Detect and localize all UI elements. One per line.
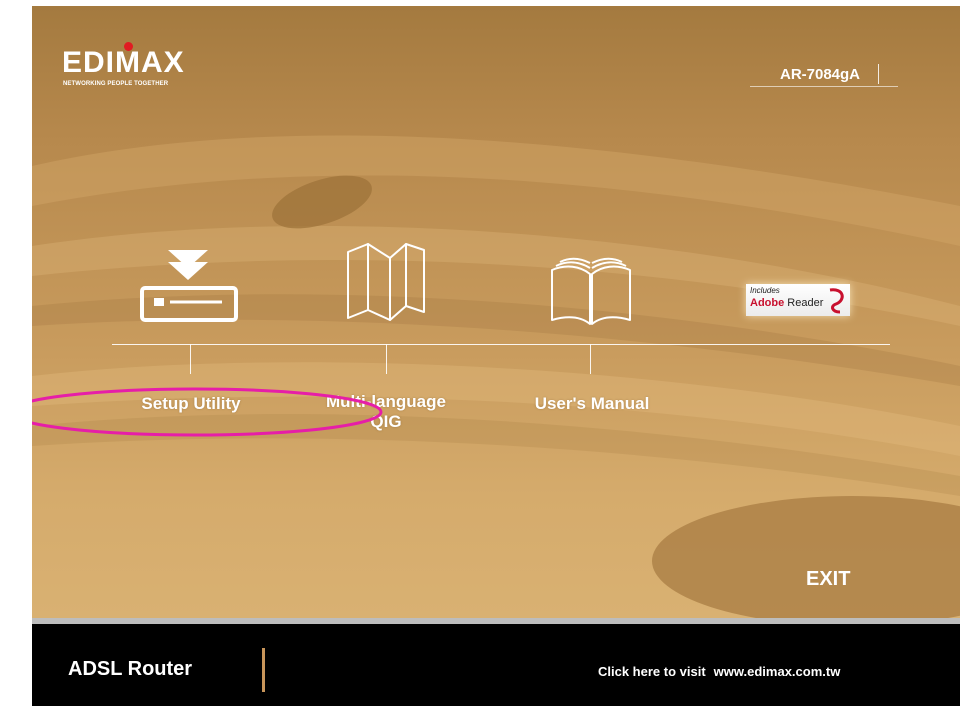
- logo-red-dot: [124, 42, 133, 51]
- adobe-reader-badge[interactable]: Includes Adobe Reader: [746, 284, 850, 316]
- adobe-product: Reader: [787, 297, 824, 309]
- visit-text: Click here to visit: [598, 664, 706, 679]
- model-number: AR-7084gA: [779, 66, 861, 83]
- menu-tick-setup: [190, 344, 191, 374]
- model-underline: [750, 86, 898, 87]
- users-manual-link[interactable]: User's Manual: [502, 394, 682, 414]
- product-divider: [262, 648, 265, 692]
- visit-website-link[interactable]: Click here to visit www.edimax.com.tw: [598, 664, 840, 679]
- menu-tick-qig: [386, 344, 387, 374]
- main-panel: EDIMAX NETWORKING PEOPLE TOGETHER AR-708…: [32, 6, 960, 618]
- footer-top-rule: [32, 618, 960, 624]
- logo-wordmark: EDIMAX: [62, 46, 185, 79]
- folded-map-icon[interactable]: [344, 240, 428, 322]
- menu-tick-manual: [590, 344, 591, 374]
- menu-baseline: [112, 344, 890, 345]
- website-url: www.edimax.com.tw: [713, 664, 841, 679]
- footer-bar: ADSL Router Click here to visit www.edima…: [32, 618, 960, 706]
- logo-tagline: NETWORKING PEOPLE TOGETHER: [63, 81, 169, 87]
- adobe-swirl-icon: [829, 288, 844, 314]
- highlight-circle-annotation: [32, 387, 383, 437]
- install-tray-icon[interactable]: [136, 246, 242, 324]
- open-book-icon[interactable]: [546, 254, 636, 326]
- product-name: ADSL Router: [68, 658, 193, 680]
- adobe-includes-label: Includes: [750, 286, 780, 295]
- adobe-brand-label: Adobe Reader: [750, 297, 823, 309]
- adobe-brand: Adobe: [750, 297, 785, 309]
- autorun-window: EDIMAX NETWORKING PEOPLE TOGETHER AR-708…: [32, 6, 960, 706]
- edimax-logo: EDIMAX NETWORKING PEOPLE TOGETHER: [62, 42, 252, 98]
- exit-button[interactable]: EXIT: [806, 568, 850, 591]
- model-divider: [878, 64, 879, 84]
